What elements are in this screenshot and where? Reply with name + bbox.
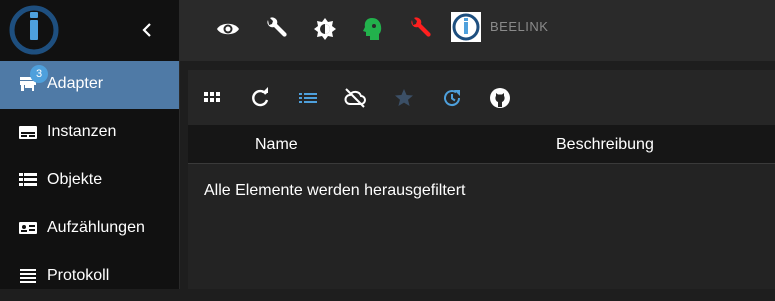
sidebar-item-label: Objekte — [47, 171, 103, 188]
cloud-off-icon[interactable] — [343, 86, 367, 110]
grid-icon[interactable] — [200, 86, 224, 110]
theme-toggle-icon[interactable] — [312, 16, 338, 42]
sidebar-item-label: Adapter — [47, 75, 104, 92]
wrench-icon[interactable] — [263, 16, 289, 42]
sidebar-header — [0, 0, 179, 61]
list-view-icon[interactable] — [296, 86, 320, 110]
chevron-left-icon[interactable] — [137, 18, 157, 42]
adapter-panel: Name Beschreibung Alle Elemente werden h… — [188, 70, 775, 289]
iobroker-logo — [9, 5, 59, 55]
github-icon[interactable] — [488, 86, 512, 110]
host-logo — [451, 12, 481, 42]
sidebar-item-adapter[interactable]: 3 Adapter — [0, 61, 179, 109]
red-wrench-icon[interactable] — [407, 16, 433, 42]
sidebar-item-instanzen[interactable]: Instanzen — [0, 109, 179, 157]
list-icon — [19, 173, 37, 186]
sidebar-item-aufzaehlungen[interactable]: Aufzählungen — [0, 205, 179, 253]
sidebar-item-protokoll[interactable]: Protokoll — [0, 253, 179, 301]
sidebar: 3 Adapter Instanzen Objekte Aufzählungen — [0, 0, 180, 289]
top-bar: BEELINK — [180, 0, 775, 61]
refresh-icon[interactable] — [248, 86, 272, 110]
eye-icon[interactable] — [215, 16, 241, 42]
table-header: Name Beschreibung — [188, 125, 775, 164]
host-name[interactable]: BEELINK — [490, 19, 548, 34]
column-header-name[interactable]: Name — [255, 136, 298, 154]
adapter-toolbar — [188, 70, 775, 125]
enum-icon — [19, 222, 37, 234]
sidebar-item-label: Protokoll — [47, 267, 110, 284]
star-icon[interactable] — [392, 86, 416, 110]
sidebar-item-label: Instanzen — [47, 123, 117, 140]
sidebar-item-label: Aufzählungen — [47, 219, 145, 236]
expert-head-icon[interactable] — [360, 16, 386, 42]
update-icon[interactable] — [440, 86, 464, 110]
sidebar-item-objekte[interactable]: Objekte — [0, 157, 179, 205]
instances-icon — [19, 126, 37, 139]
empty-filter-message: Alle Elemente werden herausgefiltert — [204, 182, 466, 199]
update-count-badge: 3 — [30, 65, 48, 83]
column-header-beschreibung[interactable]: Beschreibung — [556, 136, 654, 154]
log-icon — [20, 269, 36, 283]
